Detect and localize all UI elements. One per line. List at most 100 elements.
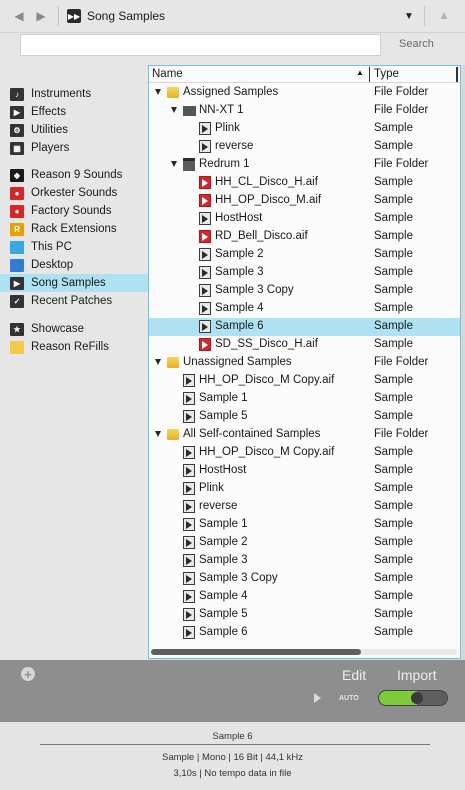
sidebar-item-rack-extensions[interactable]: R Rack Extensions [10, 220, 148, 238]
row-type: Sample [374, 122, 413, 134]
row-type: Sample [374, 194, 413, 206]
expand-toggle-icon[interactable] [171, 107, 177, 113]
sidebar-item-reason-refills[interactable]: Reason ReFills [10, 338, 148, 356]
play-icon[interactable] [314, 693, 321, 703]
horizontal-scrollbar[interactable] [151, 649, 457, 655]
column-header-type[interactable]: Type [374, 68, 399, 80]
sidebar-item-reason-9-sounds[interactable]: ◆ Reason 9 Sounds [10, 166, 148, 184]
sidebar-item-recent-patches[interactable]: ✓ Recent Patches [10, 292, 148, 310]
expand-toggle-icon[interactable] [155, 89, 161, 95]
chevron-down-icon[interactable]: ▼ [402, 8, 416, 24]
row-name: Plink [215, 122, 240, 134]
row-type: Sample [374, 446, 413, 458]
sidebar-item-utilities[interactable]: ⚙ Utilities [10, 121, 148, 139]
row-type: Sample [374, 500, 413, 512]
sample-waveform-icon [199, 284, 211, 297]
sidebar-item-this-pc[interactable]: This PC [10, 238, 148, 256]
sample-row[interactable]: Sample 6 Sample [149, 318, 460, 336]
sample-row[interactable]: Sample 2 Sample [149, 534, 460, 552]
sample-waveform-icon [183, 392, 195, 405]
sample-row[interactable]: Sample 3 Sample [149, 264, 460, 282]
back-arrow-icon[interactable]: ◀ [8, 5, 30, 27]
selected-sample-name: Sample 6 [212, 731, 253, 742]
row-type: Sample [374, 572, 413, 584]
expand-toggle-icon[interactable] [155, 359, 161, 365]
sample-row[interactable]: Sample 4 Sample [149, 300, 460, 318]
folder-row[interactable]: Redrum 1 File Folder [149, 156, 460, 174]
sidebar-item-players[interactable]: ▦ Players [10, 139, 148, 157]
expand-toggle-icon[interactable] [155, 431, 161, 437]
folder-row[interactable]: Assigned Samples File Folder [149, 84, 460, 102]
sample-row[interactable]: Sample 3 Sample [149, 552, 460, 570]
row-name: HH_OP_Disco_M Copy.aif [199, 374, 335, 386]
sample-info-panel: Sample 6 Sample | Mono | 16 Bit | 44,1 k… [0, 722, 465, 790]
sample-row[interactable]: Sample 5 Sample [149, 408, 460, 426]
sample-row[interactable]: Sample 1 Sample [149, 390, 460, 408]
sidebar-item-factory-sounds[interactable]: ● Factory Sounds [10, 202, 148, 220]
sample-waveform-icon [183, 608, 195, 621]
sample-row[interactable]: SD_SS_Disco_H.aif Sample [149, 336, 460, 354]
row-name: Sample 2 [215, 248, 264, 260]
row-name: Sample 3 [215, 266, 264, 278]
sidebar-item-desktop[interactable]: Desktop [10, 256, 148, 274]
sidebar-item-label: Instruments [31, 88, 92, 100]
sample-red-icon [199, 338, 211, 351]
sort-ascending-icon[interactable]: ▲ [356, 68, 364, 77]
sample-waveform-icon [183, 536, 195, 549]
search-input[interactable] [20, 34, 381, 56]
column-resize-handle[interactable] [369, 67, 370, 82]
sample-row[interactable]: HH_OP_Disco_M Copy.aif Sample [149, 444, 460, 462]
expand-toggle-icon[interactable] [171, 161, 177, 167]
column-resize-handle[interactable] [456, 67, 458, 82]
sidebar-item-effects[interactable]: ▶ Effects [10, 103, 148, 121]
folder-row[interactable]: All Self-contained Samples File Folder [149, 426, 460, 444]
info-divider [40, 744, 430, 745]
folder-row[interactable]: Unassigned Samples File Folder [149, 354, 460, 372]
sample-row[interactable]: Sample 3 Copy Sample [149, 282, 460, 300]
sample-row[interactable]: reverse Sample [149, 498, 460, 516]
scrollbar-thumb[interactable] [151, 649, 361, 655]
sample-row[interactable]: Sample 6 Sample [149, 624, 460, 642]
sample-format-details: Sample | Mono | 16 Bit | 44,1 kHz [162, 752, 303, 763]
row-name: Sample 4 [199, 590, 248, 602]
sample-waveform-icon [199, 212, 211, 225]
location-title: Song Samples [87, 9, 166, 23]
add-circle-icon[interactable]: + [21, 667, 35, 681]
folder-icon [167, 87, 179, 98]
sample-row[interactable]: Sample 5 Sample [149, 606, 460, 624]
sample-row[interactable]: HH_CL_Disco_H.aif Sample [149, 174, 460, 192]
sidebar-item-instruments[interactable]: ♪ Instruments [10, 85, 148, 103]
sample-row[interactable]: Sample 1 Sample [149, 516, 460, 534]
sample-row[interactable]: HostHost Sample [149, 210, 460, 228]
sample-row[interactable]: Plink Sample [149, 480, 460, 498]
sample-row[interactable]: Sample 2 Sample [149, 246, 460, 264]
row-name: HostHost [215, 212, 263, 224]
sample-row[interactable]: HostHost Sample [149, 462, 460, 480]
up-arrow-icon[interactable]: ▲ [436, 7, 452, 23]
sample-row[interactable]: HH_OP_Disco_M Copy.aif Sample [149, 372, 460, 390]
toggle-knob[interactable] [411, 692, 423, 704]
sidebar-item-label: Recent Patches [31, 295, 113, 307]
sidebar-item-orkester-sounds[interactable]: ● Orkester Sounds [10, 184, 148, 202]
sidebar-item-song-samples[interactable]: ▶ Song Samples [0, 274, 148, 292]
sample-row[interactable]: HH_OP_Disco_M.aif Sample [149, 192, 460, 210]
sample-row[interactable]: reverse Sample [149, 138, 460, 156]
column-header-name[interactable]: Name [152, 68, 183, 80]
sample-waveform-icon [183, 410, 195, 423]
sidebar-item-showcase[interactable]: ★ Showcase [10, 320, 148, 338]
sample-row[interactable]: Sample 4 Sample [149, 588, 460, 606]
sample-row[interactable]: RD_Bell_Disco.aif Sample [149, 228, 460, 246]
forward-arrow-icon[interactable]: ▶ [30, 5, 52, 27]
import-button[interactable]: Import [397, 667, 437, 683]
folder-row[interactable]: NN-XT 1 File Folder [149, 102, 460, 120]
row-name: HostHost [199, 464, 247, 476]
sample-row[interactable]: Plink Sample [149, 120, 460, 138]
row-type: Sample [374, 482, 413, 494]
row-type: Sample [374, 374, 413, 386]
row-name: reverse [199, 500, 238, 512]
edit-button[interactable]: Edit [342, 667, 366, 683]
auto-play-toggle[interactable] [378, 690, 448, 706]
sample-waveform-icon [183, 374, 195, 387]
search-button[interactable]: Search [399, 38, 434, 50]
sample-row[interactable]: Sample 3 Copy Sample [149, 570, 460, 588]
